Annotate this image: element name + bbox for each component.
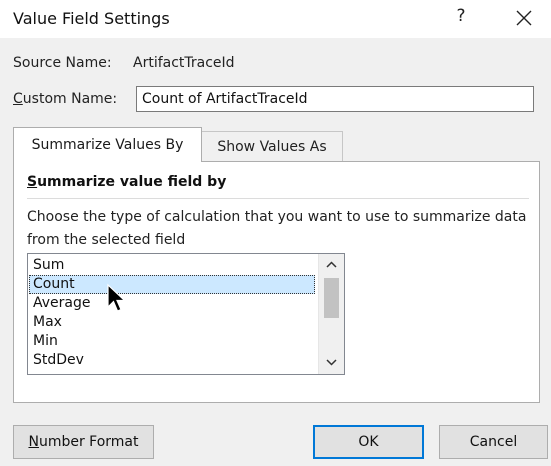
list-item-max[interactable]: Max bbox=[29, 313, 315, 332]
calculation-listbox[interactable]: Sum Count Average Max Min StdDev bbox=[27, 253, 345, 375]
title-bar: Value Field Settings ? bbox=[0, 0, 551, 38]
cancel-button[interactable]: Cancel bbox=[439, 425, 548, 459]
list-item-sum[interactable]: Sum bbox=[29, 256, 315, 275]
close-icon bbox=[516, 10, 532, 26]
section-heading: Summarize value field by bbox=[27, 174, 226, 190]
source-name-label: Source Name: bbox=[13, 55, 112, 71]
help-button[interactable]: ? bbox=[451, 6, 471, 30]
tab-show-values-as[interactable]: Show Values As bbox=[202, 131, 343, 161]
close-button[interactable] bbox=[512, 6, 536, 30]
scroll-thumb[interactable] bbox=[324, 278, 339, 318]
chevron-down-icon bbox=[326, 359, 337, 366]
section-description: Choose the type of calculation that you … bbox=[27, 209, 527, 248]
list-scrollbar[interactable] bbox=[318, 254, 344, 374]
summarize-panel: Summarize value field by Choose the type… bbox=[13, 161, 540, 403]
number-format-button[interactable]: Number Format bbox=[13, 425, 154, 459]
chevron-up-icon bbox=[326, 261, 337, 268]
custom-name-label-text: ustom Name: bbox=[22, 91, 118, 107]
ok-button[interactable]: OK bbox=[313, 425, 424, 459]
list-item-stddev[interactable]: StdDev bbox=[29, 351, 315, 370]
custom-name-input[interactable] bbox=[136, 86, 534, 112]
custom-name-mnemonic: C bbox=[13, 91, 23, 107]
source-name-value: ArtifactTraceId bbox=[133, 55, 235, 71]
list-item-min[interactable]: Min bbox=[29, 332, 315, 351]
scroll-down-button[interactable] bbox=[319, 352, 344, 372]
number-format-label: umber Format bbox=[38, 434, 139, 450]
list-item-count[interactable]: Count bbox=[29, 275, 315, 294]
dialog-title: Value Field Settings bbox=[13, 9, 170, 28]
custom-name-label: Custom Name: bbox=[13, 91, 117, 107]
section-heading-mnemonic: S bbox=[27, 174, 38, 190]
list-item-average[interactable]: Average bbox=[29, 294, 315, 313]
section-heading-text: ummarize value field by bbox=[37, 174, 227, 190]
tab-summarize-values-by[interactable]: Summarize Values By bbox=[13, 127, 202, 162]
scroll-up-button[interactable] bbox=[319, 255, 344, 275]
number-format-mnemonic: N bbox=[28, 434, 39, 450]
section-divider bbox=[27, 198, 529, 199]
